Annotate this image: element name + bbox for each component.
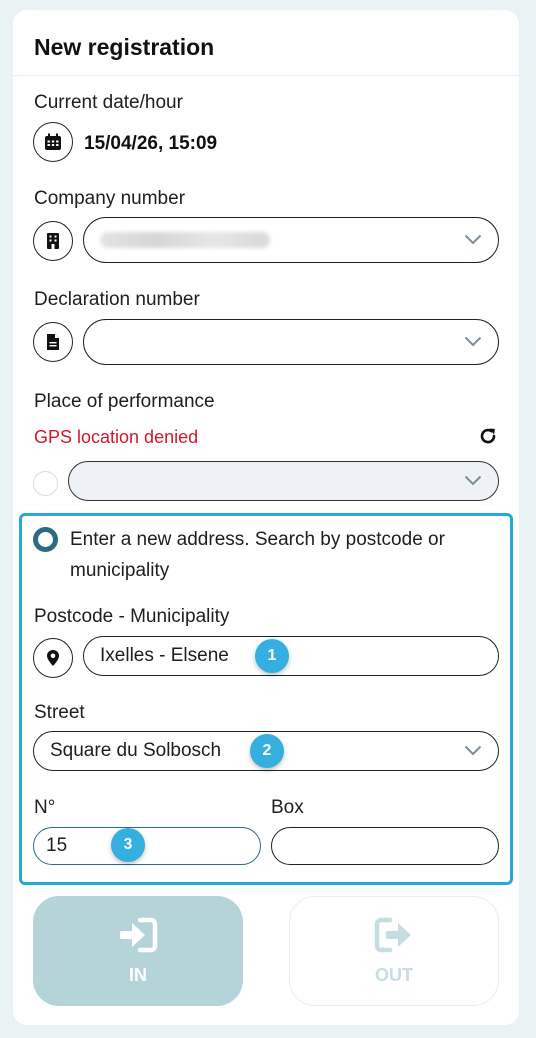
chevron-down-icon: [464, 475, 482, 486]
gps-error-message: GPS location denied: [34, 427, 199, 447]
date-label: Current date/hour: [34, 92, 183, 113]
calendar-icon: [33, 122, 73, 162]
location-pin-icon: [33, 638, 73, 678]
house-number-input[interactable]: 15: [33, 827, 261, 865]
step-badge-3: 3: [111, 828, 145, 862]
box-label: Box: [271, 797, 304, 818]
postcode-municipality-input[interactable]: Ixelles - Elsene: [83, 636, 499, 676]
house-number-value: 15: [46, 835, 68, 856]
chevron-down-icon: [464, 745, 482, 756]
check-out-button[interactable]: OUT: [289, 896, 499, 1006]
declaration-label: Declaration number: [34, 289, 200, 310]
sign-out-icon: [374, 917, 411, 952]
place-label: Place of performance: [34, 391, 215, 412]
new-address-option-label: Enter a new address. Search by postcode …: [70, 529, 445, 581]
title-divider: [13, 75, 519, 76]
gps-location-select[interactable]: [68, 461, 499, 501]
number-label: N°: [34, 797, 56, 818]
step-badge-1: 1: [255, 639, 289, 673]
box-input[interactable]: [271, 827, 499, 865]
chevron-down-icon: [464, 336, 482, 347]
declaration-number-select[interactable]: [83, 319, 499, 365]
gps-location-radio[interactable]: [33, 471, 58, 496]
company-number-redacted: [100, 232, 270, 248]
current-datetime: 15/04/26, 15:09: [84, 133, 218, 154]
sign-in-icon: [120, 917, 158, 952]
company-number-select[interactable]: [83, 217, 499, 263]
chevron-down-icon: [464, 234, 482, 245]
page-title: New registration: [34, 34, 215, 60]
document-icon: [33, 322, 73, 362]
postcode-municipality-value: Ixelles - Elsene: [100, 645, 229, 666]
street-value: Square du Solbosch: [50, 740, 222, 761]
new-address-radio[interactable]: [33, 527, 58, 552]
step-badge-2: 2: [250, 734, 284, 768]
street-label: Street: [34, 702, 85, 723]
company-label: Company number: [34, 188, 186, 209]
building-icon: [33, 221, 73, 261]
check-in-label: IN: [129, 964, 147, 985]
refresh-icon[interactable]: [478, 426, 498, 451]
check-in-button[interactable]: IN: [33, 896, 243, 1006]
check-out-label: OUT: [375, 964, 413, 985]
postcode-label: Postcode - Municipality: [34, 606, 230, 627]
